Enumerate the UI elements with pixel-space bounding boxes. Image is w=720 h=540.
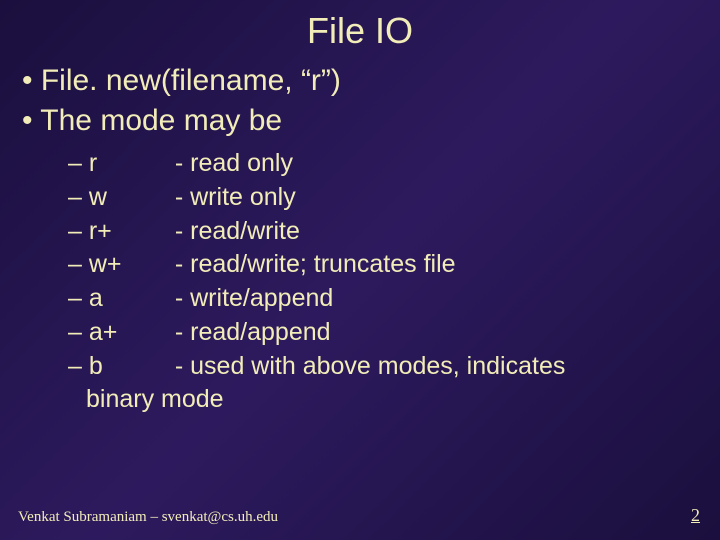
mode-desc: - read only — [175, 149, 293, 177]
mode-list: r- read only w- write only r+- read/writ… — [22, 147, 698, 417]
mode-item: a- write/append — [68, 282, 698, 316]
mode-continuation: binary mode — [68, 383, 698, 417]
main-bullets: File. new(filename, “r”) The mode may be — [22, 62, 698, 139]
mode-desc: - write only — [175, 183, 296, 211]
slide: File IO File. new(filename, “r”) The mod… — [0, 0, 720, 540]
mode-key: a — [89, 282, 175, 316]
slide-title: File IO — [22, 10, 698, 52]
mode-item: r+- read/write — [68, 215, 698, 249]
mode-key: a+ — [89, 316, 175, 350]
page-number: 2 — [691, 505, 700, 526]
mode-desc: - write/append — [175, 284, 333, 312]
mode-item: w+- read/write; truncates file — [68, 248, 698, 282]
mode-desc: - read/append — [175, 318, 331, 346]
mode-key: r+ — [89, 215, 175, 249]
mode-key: w+ — [89, 248, 175, 282]
mode-desc: - used with above modes, indicates — [175, 352, 566, 380]
mode-desc: - read/write — [175, 217, 300, 245]
mode-item: b- used with above modes, indicates — [68, 350, 698, 384]
footer-author: Venkat Subramaniam – svenkat@cs.uh.edu — [18, 509, 278, 526]
mode-key: w — [89, 181, 175, 215]
mode-key: b — [89, 350, 175, 384]
bullet-item: File. new(filename, “r”) — [22, 62, 698, 100]
mode-item: w- write only — [68, 181, 698, 215]
mode-desc: - read/write; truncates file — [175, 250, 456, 278]
mode-item: r- read only — [68, 147, 698, 181]
mode-key: r — [89, 147, 175, 181]
bullet-item: The mode may be — [22, 102, 698, 140]
mode-item: a+- read/append — [68, 316, 698, 350]
